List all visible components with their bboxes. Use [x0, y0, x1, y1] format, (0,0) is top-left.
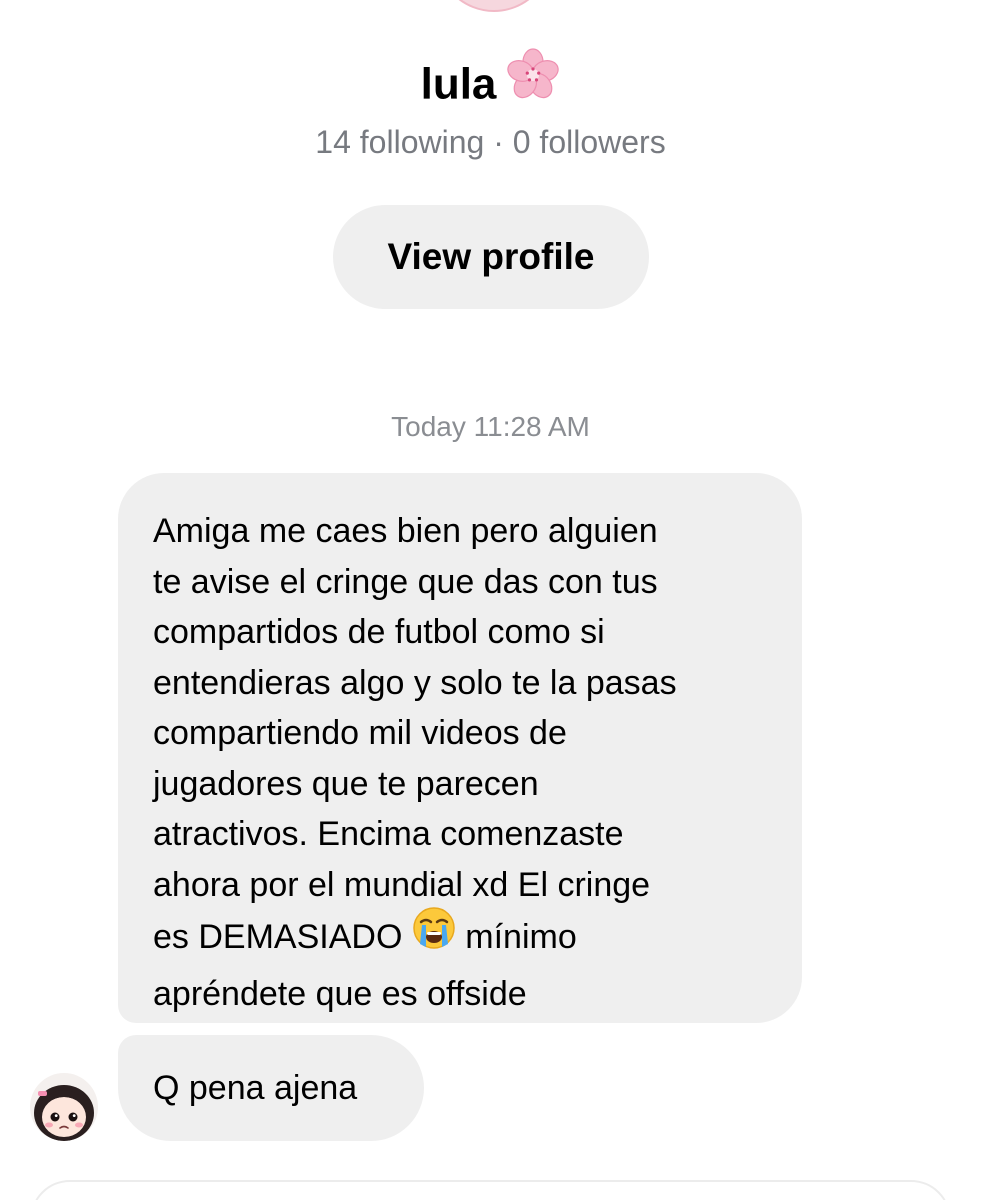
- message-timestamp: Today 11:28 AM: [391, 411, 590, 442]
- message-line: entendieras algo y solo te la pasas: [153, 663, 677, 702]
- loudly-crying-face-icon: [412, 906, 456, 965]
- cherry-blossom-icon: [506, 48, 560, 118]
- profile-header: lula: [0, 48, 981, 122]
- profile-name: lula: [420, 59, 497, 109]
- message-line: te avise el cringe que das con tus: [153, 562, 658, 601]
- profile-avatar[interactable]: [436, 0, 552, 12]
- message-line-with-emoji: es DEMASIADO mínimo: [153, 907, 782, 969]
- message-line: atractivos. Encima comenzaste: [153, 815, 624, 853]
- message-line: ahora por el mundial xd El cringe: [153, 865, 651, 904]
- message-text: Q pena ajena: [153, 1069, 358, 1107]
- message-text: es DEMASIADO: [153, 918, 412, 957]
- message-line: jugadores que te parecen: [153, 764, 539, 803]
- message-bubble[interactable]: Amiga me caes bien pero alguien te avise…: [118, 473, 802, 1023]
- message-line: compartiendo mil videos de: [153, 714, 567, 752]
- message-line: compartidos de futbol como si: [153, 613, 605, 651]
- message-text: mínimo: [455, 918, 577, 957]
- sender-avatar[interactable]: [30, 1073, 98, 1141]
- profile-stats: 14 following · 0 followers: [315, 124, 666, 160]
- message-bubble[interactable]: Q pena ajena: [118, 1035, 424, 1141]
- message-composer[interactable]: [30, 1180, 951, 1200]
- message-line: Amiga me caes bien pero alguien: [153, 512, 658, 550]
- view-profile-button[interactable]: View profile: [333, 205, 649, 309]
- message-line: apréndete que es offside: [153, 974, 527, 1013]
